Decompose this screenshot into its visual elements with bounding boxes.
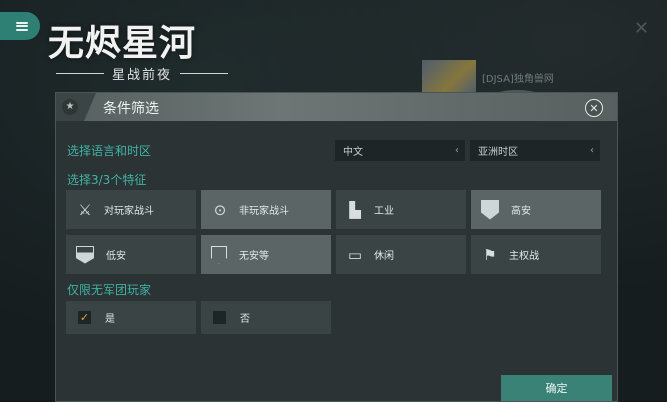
shield-half-icon — [76, 245, 94, 264]
alliance-section-label: 仅限无军团玩家 — [67, 283, 152, 297]
feature-nullsec[interactable]: 无安等 — [201, 235, 331, 274]
feature-pve[interactable]: ⊙ 非玩家战斗 — [201, 190, 331, 229]
alliance-option-yes[interactable]: ✓ 是 — [66, 301, 196, 334]
crossed-swords-icon: ⚔ — [78, 200, 92, 219]
language-select[interactable]: 中文 ‹ — [335, 140, 465, 161]
feature-highsec[interactable]: 高安 — [471, 190, 601, 229]
checkbox-checked-icon: ✓ — [78, 311, 91, 324]
dialog-title: 条件筛选 — [103, 101, 159, 117]
confirm-button[interactable]: 确定 — [501, 375, 612, 401]
game-logo-subtitle: 星战前夜 — [56, 64, 229, 83]
feature-label: 低安 — [106, 251, 126, 262]
option-label: 否 — [240, 314, 250, 325]
chat-bubble-icon: ▭ — [347, 245, 363, 264]
close-icon[interactable]: ✕ — [634, 18, 649, 39]
feature-label: 主权战 — [509, 251, 539, 262]
logo-subtitle-text: 星战前夜 — [112, 68, 173, 83]
feature-casual[interactable]: ▭ 休闲 — [336, 235, 466, 274]
feature-label: 工业 — [374, 206, 394, 217]
dialog-header: ★ 条件筛选 ✕ — [56, 93, 617, 121]
target-reticle-icon: ⊙ — [213, 200, 227, 219]
divider — [180, 73, 229, 74]
divider — [56, 73, 104, 74]
feature-label: 对玩家战斗 — [104, 206, 154, 217]
hamburger-icon — [16, 21, 28, 31]
dialog-close-button[interactable]: ✕ — [585, 99, 603, 117]
filter-dialog: ★ 条件筛选 ✕ 选择语言和时区 中文 ‹ 亚洲时区 ‹ 选择3/3个特征 ⚔ … — [55, 92, 618, 402]
game-logo-title: 无烬星河 — [48, 22, 197, 64]
feature-label: 高安 — [511, 206, 531, 217]
background-user-name: [DJSA]独角兽网 — [482, 73, 554, 85]
background-user-entry: [DJSA]独角兽网 — [422, 60, 554, 94]
main-menu-button[interactable] — [0, 12, 40, 40]
feature-industry[interactable]: ▙ 工业 — [336, 190, 466, 229]
factory-icon: ▙ — [349, 200, 361, 219]
chevron-left-icon: ‹ — [455, 145, 459, 156]
language-section-label: 选择语言和时区 — [67, 144, 152, 158]
option-label: 是 — [105, 314, 115, 325]
feature-pvp[interactable]: ⚔ 对玩家战斗 — [66, 190, 196, 229]
language-select-value: 中文 — [343, 147, 363, 158]
shield-filled-icon — [481, 199, 499, 220]
feature-label: 非玩家战斗 — [239, 206, 289, 217]
close-icon: ✕ — [589, 101, 599, 115]
user-emblem-image — [422, 60, 476, 94]
feature-label: 无安等 — [239, 251, 269, 262]
feature-sovereignty[interactable]: ⚑ 主权战 — [471, 235, 601, 274]
checkbox-unchecked-icon — [213, 311, 226, 324]
star-emblem-icon: ★ — [62, 99, 78, 115]
flag-icon: ⚑ — [483, 245, 497, 264]
feature-label: 休闲 — [374, 251, 394, 262]
feature-lowsec[interactable]: 低安 — [66, 235, 196, 274]
alliance-option-no[interactable]: 否 — [201, 301, 331, 334]
timezone-select[interactable]: 亚洲时区 ‹ — [470, 140, 600, 161]
chevron-left-icon: ‹ — [590, 145, 594, 156]
timezone-select-value: 亚洲时区 — [478, 147, 518, 158]
shield-outline-icon — [211, 245, 227, 264]
features-section-label: 选择3/3个特征 — [67, 173, 147, 187]
